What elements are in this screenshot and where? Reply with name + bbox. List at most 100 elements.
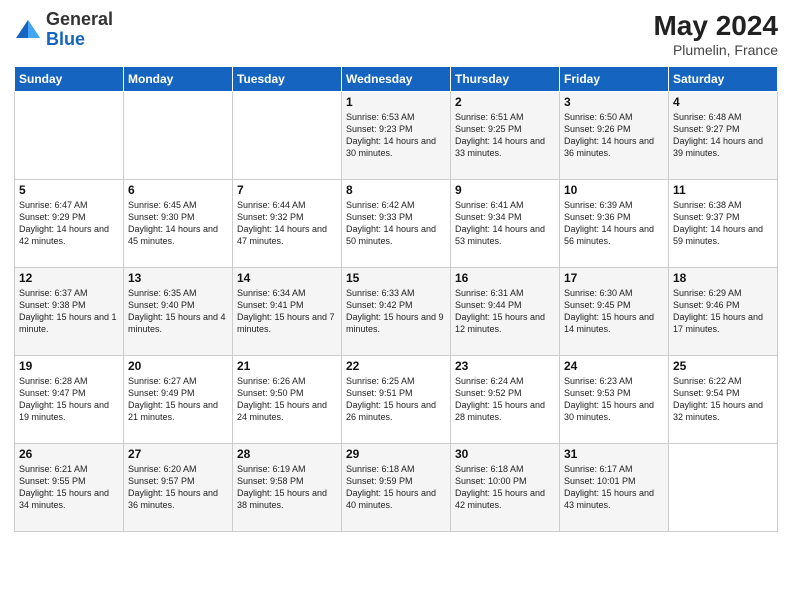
week-row-0: 1Sunrise: 6:53 AM Sunset: 9:23 PM Daylig… [15, 92, 778, 180]
day-info: Sunrise: 6:25 AM Sunset: 9:51 PM Dayligh… [346, 375, 446, 424]
day-info: Sunrise: 6:19 AM Sunset: 9:58 PM Dayligh… [237, 463, 337, 512]
day-info: Sunrise: 6:18 AM Sunset: 10:00 PM Daylig… [455, 463, 555, 512]
calendar-cell: 28 Sunrise: 6:19 AM Sunset: 9:58 PM Dayli… [233, 444, 342, 532]
header: General Blue May 2024 Plumelin, France [14, 10, 778, 58]
day-number: 13 [128, 271, 228, 285]
day-number: 30 [455, 447, 555, 461]
calendar-cell: 26 Sunrise: 6:21 AM Sunset: 9:55 PM Dayli… [15, 444, 124, 532]
day-info: Sunrise: 6:39 AM Sunset: 9:36 PM Dayligh… [564, 199, 664, 248]
day-info: Sunrise: 6:18 AM Sunset: 9:59 PM Dayligh… [346, 463, 446, 512]
title-block: May 2024 Plumelin, France [653, 10, 778, 58]
day-info: Sunrise: 6:44 AM Sunset: 9:32 PM Dayligh… [237, 199, 337, 248]
week-row-1: 5Sunrise: 6:47 AM Sunset: 9:29 PM Daylig… [15, 180, 778, 268]
day-info: Sunrise: 6:37 AM Sunset: 9:38 PM Dayligh… [19, 287, 119, 336]
calendar-cell: 2 Sunrise: 6:51 AM Sunset: 9:25 PM Daylig… [451, 92, 560, 180]
calendar-cell: 29 Sunrise: 6:18 AM Sunset: 9:59 PM Dayli… [342, 444, 451, 532]
day-info: Sunrise: 6:21 AM Sunset: 9:55 PM Dayligh… [19, 463, 119, 512]
day-number: 2 [455, 95, 555, 109]
calendar-cell: 4Sunrise: 6:48 AM Sunset: 9:27 PM Daylig… [669, 92, 778, 180]
day-number: 26 [19, 447, 119, 461]
logo: General Blue [14, 10, 113, 50]
calendar-cell [124, 92, 233, 180]
day-info: Sunrise: 6:17 AM Sunset: 10:01 PM Daylig… [564, 463, 664, 512]
day-number: 27 [128, 447, 228, 461]
col-thursday: Thursday [451, 67, 560, 92]
location: Plumelin, France [653, 42, 778, 58]
day-number: 9 [455, 183, 555, 197]
calendar-cell: 24 Sunrise: 6:23 AM Sunset: 9:53 PM Dayli… [560, 356, 669, 444]
day-number: 19 [19, 359, 119, 373]
day-number: 12 [19, 271, 119, 285]
calendar-cell: 1Sunrise: 6:53 AM Sunset: 9:23 PM Daylig… [342, 92, 451, 180]
col-sunday: Sunday [15, 67, 124, 92]
day-info: Sunrise: 6:45 AM Sunset: 9:30 PM Dayligh… [128, 199, 228, 248]
day-number: 16 [455, 271, 555, 285]
day-number: 5 [19, 183, 119, 197]
col-saturday: Saturday [669, 67, 778, 92]
calendar-cell: 27Sunrise: 6:20 AM Sunset: 9:57 PM Dayli… [124, 444, 233, 532]
day-number: 15 [346, 271, 446, 285]
calendar-cell: 8Sunrise: 6:42 AM Sunset: 9:33 PM Daylig… [342, 180, 451, 268]
day-number: 21 [237, 359, 337, 373]
calendar-cell: 10Sunrise: 6:39 AM Sunset: 9:36 PM Dayli… [560, 180, 669, 268]
day-info: Sunrise: 6:23 AM Sunset: 9:53 PM Dayligh… [564, 375, 664, 424]
day-number: 18 [673, 271, 773, 285]
calendar-cell [669, 444, 778, 532]
day-number: 4 [673, 95, 773, 109]
day-number: 22 [346, 359, 446, 373]
calendar-body: 1Sunrise: 6:53 AM Sunset: 9:23 PM Daylig… [15, 92, 778, 532]
day-number: 28 [237, 447, 337, 461]
logo-general: General [46, 9, 113, 29]
calendar-cell: 23 Sunrise: 6:24 AM Sunset: 9:52 PM Dayli… [451, 356, 560, 444]
calendar-cell: 15 Sunrise: 6:33 AM Sunset: 9:42 PM Dayli… [342, 268, 451, 356]
day-info: Sunrise: 6:29 AM Sunset: 9:46 PM Dayligh… [673, 287, 773, 336]
day-number: 8 [346, 183, 446, 197]
month-year: May 2024 [653, 10, 778, 42]
logo-blue: Blue [46, 29, 85, 49]
week-row-2: 12 Sunrise: 6:37 AM Sunset: 9:38 PM Dayli… [15, 268, 778, 356]
col-monday: Monday [124, 67, 233, 92]
calendar-header: Sunday Monday Tuesday Wednesday Thursday… [15, 67, 778, 92]
day-number: 29 [346, 447, 446, 461]
day-info: Sunrise: 6:24 AM Sunset: 9:52 PM Dayligh… [455, 375, 555, 424]
calendar-cell: 13 Sunrise: 6:35 AM Sunset: 9:40 PM Dayli… [124, 268, 233, 356]
calendar-cell: 19 Sunrise: 6:28 AM Sunset: 9:47 PM Dayli… [15, 356, 124, 444]
calendar-cell: 12 Sunrise: 6:37 AM Sunset: 9:38 PM Dayli… [15, 268, 124, 356]
day-info: Sunrise: 6:31 AM Sunset: 9:44 PM Dayligh… [455, 287, 555, 336]
calendar-cell: 21 Sunrise: 6:26 AM Sunset: 9:50 PM Dayli… [233, 356, 342, 444]
day-number: 31 [564, 447, 664, 461]
day-info: Sunrise: 6:34 AM Sunset: 9:41 PM Dayligh… [237, 287, 337, 336]
day-number: 25 [673, 359, 773, 373]
calendar-cell: 6 Sunrise: 6:45 AM Sunset: 9:30 PM Daylig… [124, 180, 233, 268]
day-number: 14 [237, 271, 337, 285]
day-number: 20 [128, 359, 228, 373]
calendar: Sunday Monday Tuesday Wednesday Thursday… [14, 66, 778, 532]
day-info: Sunrise: 6:51 AM Sunset: 9:25 PM Dayligh… [455, 111, 555, 160]
calendar-cell [15, 92, 124, 180]
day-info: Sunrise: 6:26 AM Sunset: 9:50 PM Dayligh… [237, 375, 337, 424]
calendar-cell: 25 Sunrise: 6:22 AM Sunset: 9:54 PM Dayli… [669, 356, 778, 444]
calendar-cell: 3Sunrise: 6:50 AM Sunset: 9:26 PM Daylig… [560, 92, 669, 180]
day-info: Sunrise: 6:41 AM Sunset: 9:34 PM Dayligh… [455, 199, 555, 248]
calendar-cell: 16 Sunrise: 6:31 AM Sunset: 9:44 PM Dayli… [451, 268, 560, 356]
col-friday: Friday [560, 67, 669, 92]
day-info: Sunrise: 6:22 AM Sunset: 9:54 PM Dayligh… [673, 375, 773, 424]
day-info: Sunrise: 6:35 AM Sunset: 9:40 PM Dayligh… [128, 287, 228, 336]
day-number: 6 [128, 183, 228, 197]
calendar-cell: 20Sunrise: 6:27 AM Sunset: 9:49 PM Dayli… [124, 356, 233, 444]
day-number: 23 [455, 359, 555, 373]
calendar-cell: 18 Sunrise: 6:29 AM Sunset: 9:46 PM Dayli… [669, 268, 778, 356]
calendar-cell: 11Sunrise: 6:38 AM Sunset: 9:37 PM Dayli… [669, 180, 778, 268]
week-row-4: 26 Sunrise: 6:21 AM Sunset: 9:55 PM Dayli… [15, 444, 778, 532]
week-row-3: 19 Sunrise: 6:28 AM Sunset: 9:47 PM Dayli… [15, 356, 778, 444]
day-info: Sunrise: 6:28 AM Sunset: 9:47 PM Dayligh… [19, 375, 119, 424]
calendar-cell: 7Sunrise: 6:44 AM Sunset: 9:32 PM Daylig… [233, 180, 342, 268]
day-info: Sunrise: 6:38 AM Sunset: 9:37 PM Dayligh… [673, 199, 773, 248]
header-row: Sunday Monday Tuesday Wednesday Thursday… [15, 67, 778, 92]
day-info: Sunrise: 6:50 AM Sunset: 9:26 PM Dayligh… [564, 111, 664, 160]
col-tuesday: Tuesday [233, 67, 342, 92]
day-info: Sunrise: 6:33 AM Sunset: 9:42 PM Dayligh… [346, 287, 446, 336]
day-number: 24 [564, 359, 664, 373]
calendar-cell: 31 Sunrise: 6:17 AM Sunset: 10:01 PM Dayl… [560, 444, 669, 532]
calendar-cell: 9 Sunrise: 6:41 AM Sunset: 9:34 PM Daylig… [451, 180, 560, 268]
